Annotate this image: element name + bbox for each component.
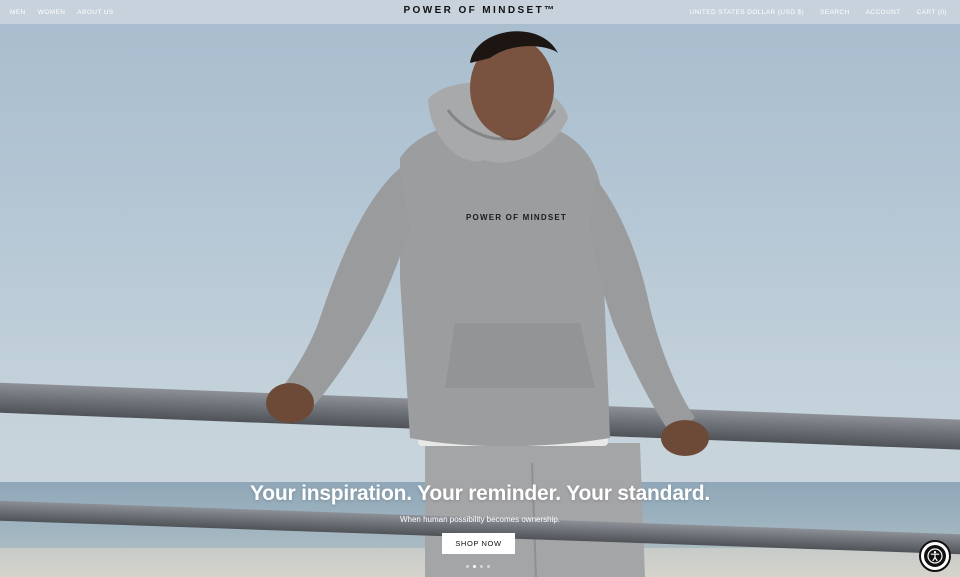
hoodie-print: POWER OF MINDSET bbox=[466, 213, 567, 222]
hero-headline: Your inspiration. Your reminder. Your st… bbox=[249, 482, 711, 505]
currency-selector[interactable]: UNITED STATES DOLLAR (USD $) bbox=[690, 9, 805, 16]
slide-dot[interactable] bbox=[487, 565, 490, 568]
top-navigation: MEN WOMEN ABOUT US POWER OF MINDSET™ UNI… bbox=[0, 0, 960, 24]
slide-dot[interactable] bbox=[480, 565, 483, 568]
shop-now-button[interactable]: SHOP NOW bbox=[442, 533, 515, 554]
slide-dot-active[interactable] bbox=[473, 565, 476, 568]
nav-link-cart[interactable]: CART (0) bbox=[917, 9, 947, 16]
hero-subheadline: When human possibility becomes ownership… bbox=[399, 515, 561, 524]
accessibility-button[interactable] bbox=[919, 540, 951, 572]
slide-indicator bbox=[466, 565, 490, 568]
accessibility-icon bbox=[924, 545, 946, 567]
nav-link-search[interactable]: SEARCH bbox=[820, 9, 850, 16]
nav-right-menu: UNITED STATES DOLLAR (USD $) SEARCH ACCO… bbox=[690, 0, 948, 24]
slide-dot[interactable] bbox=[466, 565, 469, 568]
nav-link-account[interactable]: ACCOUNT bbox=[866, 9, 901, 16]
brand-name[interactable]: POWER OF MINDSET™ bbox=[403, 5, 556, 16]
